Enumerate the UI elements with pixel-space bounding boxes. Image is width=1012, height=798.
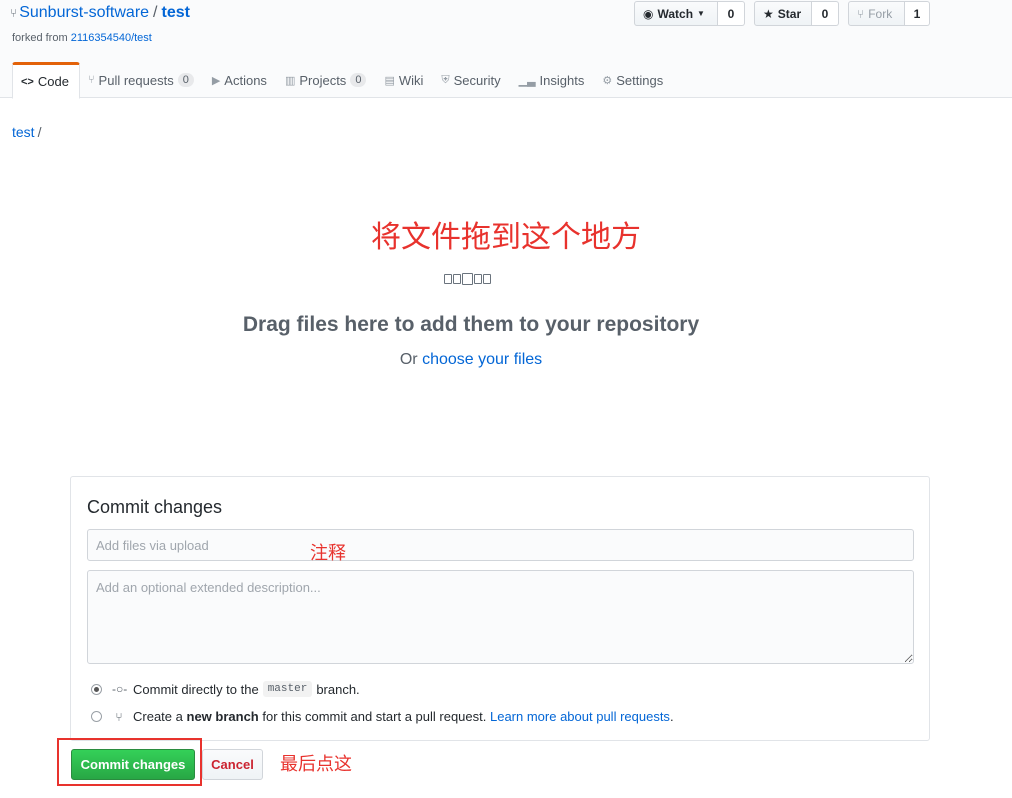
drop-zone-subtitle: Or choose your files [0, 351, 942, 369]
tab-label: Insights [539, 72, 585, 88]
tab-label: Security [453, 72, 501, 88]
radio-selected[interactable] [91, 683, 102, 695]
repo-title-separator: / [153, 4, 158, 21]
file-types-icon [444, 273, 491, 285]
file-code-icon [462, 273, 473, 285]
tab-counter: 0 [350, 73, 367, 87]
shield-icon: ⛨ [441, 73, 450, 86]
forked-source-link[interactable]: 2116354540/test [71, 32, 152, 44]
commit-title: Commit changes [87, 497, 223, 517]
project-icon: ▥ [284, 74, 296, 87]
choose-files-link[interactable]: choose your files [422, 351, 542, 368]
repo-forked-icon: ⑂ [10, 6, 18, 20]
code-icon: <> [21, 75, 34, 88]
branch-name: master [262, 681, 313, 697]
learn-more-suffix: . [669, 709, 674, 724]
commit-icon: -○- [112, 682, 128, 696]
repo-owner-link[interactable]: Sunburst-software [19, 4, 149, 21]
fork-button[interactable]: ⑂ Fork [848, 1, 905, 26]
forked-from: forked from 2116354540/test [12, 32, 152, 44]
option-new-bold: new branch [186, 709, 259, 724]
pull-request-icon: ⑂ [115, 709, 123, 724]
tab-label: Wiki [398, 72, 424, 88]
play-icon: ▶ [211, 74, 221, 87]
star-icon: ★ [763, 6, 774, 21]
or-text: Or [399, 351, 418, 368]
option-direct-prefix: Commit directly to the [133, 681, 259, 697]
commit-form: Commit changes 注释 -○- Commit directly to… [70, 476, 930, 741]
eye-icon: ◉ [643, 6, 654, 21]
option-new-prefix: Create a [133, 709, 183, 724]
commit-new-branch-option[interactable]: ⑂ Create a new branch for this commit an… [91, 709, 674, 724]
commit-direct-option[interactable]: -○- Commit directly to the master branch… [91, 681, 360, 697]
commit-description-input[interactable] [87, 570, 914, 664]
tab-actions[interactable]: ▶ Actions [204, 62, 277, 98]
fork-icon: ⑂ [857, 6, 865, 21]
commit-changes-button[interactable]: Commit changes [71, 749, 195, 780]
tab-settings[interactable]: ⚙ Settings [594, 62, 673, 98]
tab-label: Projects [299, 72, 347, 88]
graph-icon: ▁▃ [518, 74, 536, 87]
star-label: Star [777, 6, 802, 21]
tab-label: Settings [616, 72, 664, 88]
tab-pull-requests[interactable]: ⑂ Pull requests 0 [80, 62, 204, 98]
repo-title: ⑂ Sunburst-software / test [10, 4, 190, 22]
fork-label: Fork [868, 6, 893, 21]
file-icon [444, 274, 452, 284]
option-new-suffix: for this commit and start a pull request… [262, 709, 487, 724]
book-icon: ▤ [384, 74, 395, 87]
learn-more-link[interactable]: Learn more about pull requests [490, 709, 670, 724]
file-icon [483, 274, 491, 284]
star-group: ★ Star 0 [754, 1, 839, 26]
tab-wiki[interactable]: ▤ Wiki [376, 62, 433, 98]
chevron-down-icon: ▼ [697, 9, 705, 18]
tab-code[interactable]: <> Code [12, 62, 80, 99]
tab-label: Code [37, 74, 69, 89]
star-count[interactable]: 0 [812, 1, 839, 26]
breadcrumb-separator: / [37, 124, 42, 140]
drop-hint-annotation: 将文件拖到这个地方 [371, 220, 641, 255]
file-icon [474, 274, 482, 284]
tab-projects[interactable]: ▥ Projects 0 [277, 62, 377, 98]
drop-zone-title: Drag files here to add them to your repo… [242, 313, 700, 336]
repo-tabs: <> Code ⑂ Pull requests 0 ▶ Actions ▥ Pr… [12, 62, 673, 99]
gear-icon: ⚙ [602, 74, 613, 87]
tab-counter: 0 [177, 73, 194, 87]
cancel-button[interactable]: Cancel [202, 749, 263, 780]
radio-unselected[interactable] [91, 711, 102, 722]
breadcrumb-repo-link[interactable]: test [12, 124, 35, 140]
repo-header: ⑂ Sunburst-software / test forked from 2116… [0, 0, 1012, 99]
tab-label: Pull requests [98, 72, 174, 88]
watch-count[interactable]: 0 [718, 1, 745, 26]
watch-group: ◉ Watch ▼ 0 [634, 1, 745, 26]
repo-name-link[interactable]: test [162, 4, 190, 21]
star-button[interactable]: ★ Star [754, 1, 812, 26]
commit-hint-annotation: 最后点这 [280, 754, 352, 775]
fork-count[interactable]: 1 [905, 1, 930, 26]
watch-label: Watch [657, 6, 694, 21]
watch-button[interactable]: ◉ Watch ▼ [634, 1, 718, 26]
breadcrumb: test / [12, 124, 41, 140]
forked-from-label: forked from [12, 32, 68, 44]
fork-group: ⑂ Fork 1 [848, 1, 930, 26]
option-direct-suffix: branch. [316, 681, 360, 697]
tab-insights[interactable]: ▁▃ Insights [511, 62, 595, 98]
file-icon [453, 274, 461, 284]
tab-security[interactable]: ⛨ Security [433, 62, 510, 98]
commit-summary-input[interactable] [87, 529, 914, 561]
summary-hint-annotation: 注释 [310, 543, 346, 564]
pull-request-icon: ⑂ [87, 74, 95, 86]
tab-label: Actions [224, 72, 267, 88]
